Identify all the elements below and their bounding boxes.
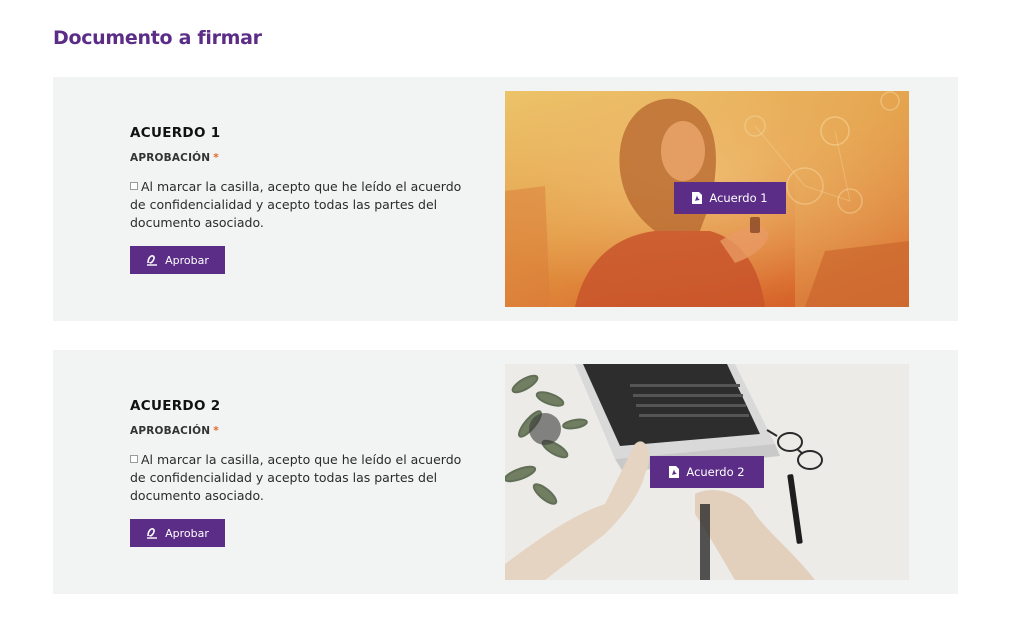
approve-button-label: Aprobar xyxy=(165,526,209,540)
agreement-image: Acuerdo 2 xyxy=(505,364,909,580)
approval-label: APROBACIÓN * xyxy=(130,152,480,164)
required-mark: * xyxy=(213,425,219,437)
document-button-label: Acuerdo 1 xyxy=(709,191,768,205)
approval-label: APROBACIÓN * xyxy=(130,425,480,437)
agreement-heading: ACUERDO 2 xyxy=(130,398,221,414)
document-button[interactable]: Acuerdo 1 xyxy=(674,182,786,214)
signature-icon xyxy=(147,255,158,266)
approve-button-label: Aprobar xyxy=(165,253,209,267)
consent-row: Al marcar la casilla, acepto que he leíd… xyxy=(130,451,480,505)
signature-icon xyxy=(147,528,158,539)
consent-checkbox[interactable] xyxy=(130,182,138,190)
consent-checkbox[interactable] xyxy=(130,455,138,463)
agreement-image: Acuerdo 1 xyxy=(505,91,909,307)
agreement-heading: ACUERDO 1 xyxy=(130,125,221,141)
page-title: Documento a firmar xyxy=(53,27,262,49)
pdf-file-icon xyxy=(692,192,703,204)
approve-button[interactable]: Aprobar xyxy=(130,519,225,547)
approval-label-text: APROBACIÓN xyxy=(130,152,211,164)
consent-text: Al marcar la casilla, acepto que he leíd… xyxy=(130,452,462,503)
agreement-card-1: ACUERDO 1 APROBACIÓN * Al marcar la casil… xyxy=(53,77,958,321)
approve-button[interactable]: Aprobar xyxy=(130,246,225,274)
consent-text: Al marcar la casilla, acepto que he leíd… xyxy=(130,179,462,230)
consent-row: Al marcar la casilla, acepto que he leíd… xyxy=(130,178,480,232)
document-button-label: Acuerdo 2 xyxy=(686,465,745,479)
agreement-text-block: ACUERDO 1 APROBACIÓN * Al marcar la casil… xyxy=(130,125,480,232)
required-mark: * xyxy=(213,152,219,164)
document-button[interactable]: Acuerdo 2 xyxy=(650,456,764,488)
pdf-file-icon xyxy=(669,466,680,478)
agreement-card-2: ACUERDO 2 APROBACIÓN * Al marcar la casil… xyxy=(53,350,958,594)
approval-label-text: APROBACIÓN xyxy=(130,425,211,437)
agreement-text-block: ACUERDO 2 APROBACIÓN * Al marcar la casil… xyxy=(130,398,480,505)
